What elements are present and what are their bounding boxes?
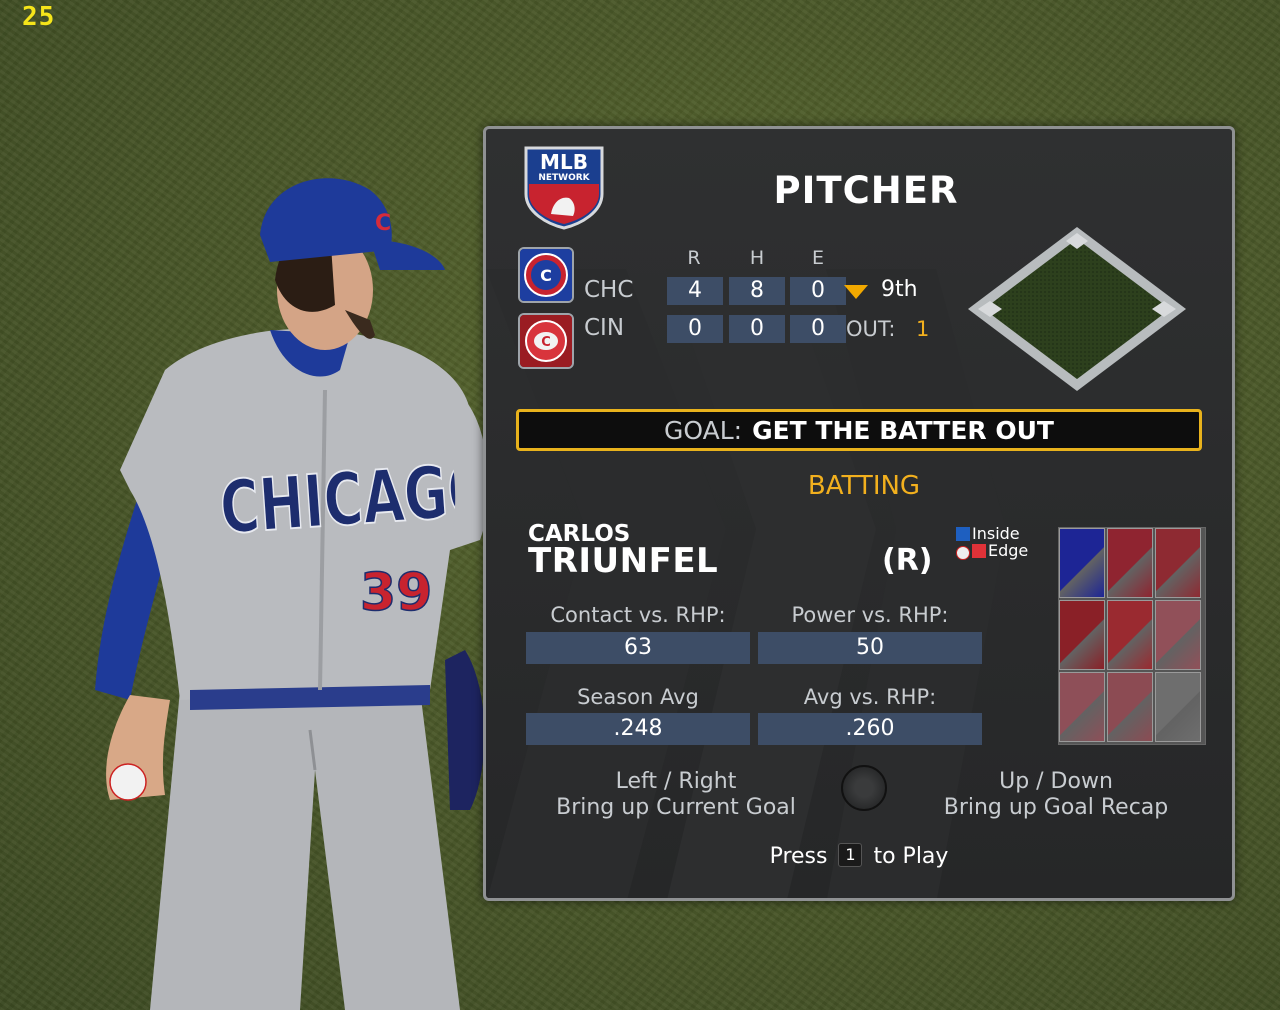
column-header-errors: E [811,247,824,269]
mlb-network-logo: MLB NETWORK [524,146,604,230]
svg-text:C: C [540,266,552,285]
hint-left-right-action: Bring up Current Goal [556,795,796,820]
goal-label: GOAL: [664,415,743,445]
chc-runs: 4 [667,277,723,305]
batter-last-name: TRIUNFEL [528,541,719,581]
inning-bottom-arrow-icon [844,285,868,299]
cin-runs: 0 [667,315,723,343]
season-avg-value: .248 [526,713,750,745]
hint-up-down-action: Bring up Goal Recap [943,795,1169,820]
zone-cell-3 [1155,528,1201,598]
mlb-logo-text: MLB [540,150,588,174]
player-figure: CHICAGO 39 C [95,178,490,1010]
inside-edge-red-square [972,544,986,558]
chc-errors: 0 [790,277,846,305]
outs-count: 1 [916,317,930,341]
cin-hits: 0 [729,315,785,343]
zone-cell-4 [1059,600,1105,670]
zone-cell-6 [1155,600,1201,670]
zone-cell-9 [1155,672,1201,742]
contact-value: 63 [526,632,750,664]
inside-edge-line2: Edge [988,541,1029,560]
goal-text: GET THE BATTER OUT [752,415,1054,445]
goal-banner: GOAL: GET THE BATTER OUT [516,409,1202,451]
outs-label: OUT: [846,317,896,341]
baserunner-diamond [968,227,1186,391]
press-to-play-prompt: Press 1 to Play [486,843,1232,869]
cin-errors: 0 [790,315,846,343]
inside-edge-line1: Inside [972,524,1020,543]
zone-cell-8 [1107,672,1153,742]
press-label: Press [769,844,828,869]
column-header-hits: H [749,247,765,269]
batting-header: BATTING [807,471,921,501]
play-key-button[interactable]: 1 [838,843,863,867]
zone-cell-1 [1059,528,1105,598]
hint-left-right-keys: Left / Right [615,769,737,794]
inside-edge-ball-icon [956,546,970,560]
dpad-icon [841,765,887,811]
svg-text:C: C [541,335,551,350]
column-header-runs: R [687,247,701,269]
season-avg-label: Season Avg [577,685,699,709]
batter-handedness: (R) [882,543,933,578]
cubs-logo-icon: C [518,247,574,303]
jersey-number-text: 39 [360,563,432,623]
baseball-icon [109,763,147,801]
network-logo-text: NETWORK [538,173,590,183]
reds-logo-icon: C [518,313,574,369]
avg-vs-rhp-label: Avg vs. RHP: [803,685,937,709]
hint-left-right: Left / Right Bring up Current Goal [526,769,826,821]
zone-cell-7 [1059,672,1105,742]
zone-cell-5 [1107,600,1153,670]
zone-cell-2 [1107,528,1153,598]
panel-title: PITCHER [773,169,959,212]
team-abbr-chc: CHC [584,277,634,303]
hint-up-down: Up / Down Bring up Goal Recap [916,769,1196,821]
contact-label: Contact vs. RHP: [550,603,726,627]
avg-vs-rhp-value: .260 [758,713,982,745]
power-label: Power vs. RHP: [791,603,949,627]
pitcher-info-panel: MLB NETWORK PITCHER R H E C CHC 4 8 0 C … [483,126,1235,901]
cap-logo-text: C [375,211,391,236]
hint-up-down-keys: Up / Down [999,769,1113,794]
chc-hits: 8 [729,277,785,305]
to-play-label: to Play [873,844,949,869]
hot-cold-zone-grid [1058,527,1206,745]
inside-edge-blue-square [956,527,970,541]
team-abbr-cin: CIN [584,315,625,341]
inside-edge-logo: Inside Edge [956,524,1046,565]
inning-indicator: 9th [881,277,918,302]
fps-counter: 25 [22,2,56,32]
power-value: 50 [758,632,982,664]
